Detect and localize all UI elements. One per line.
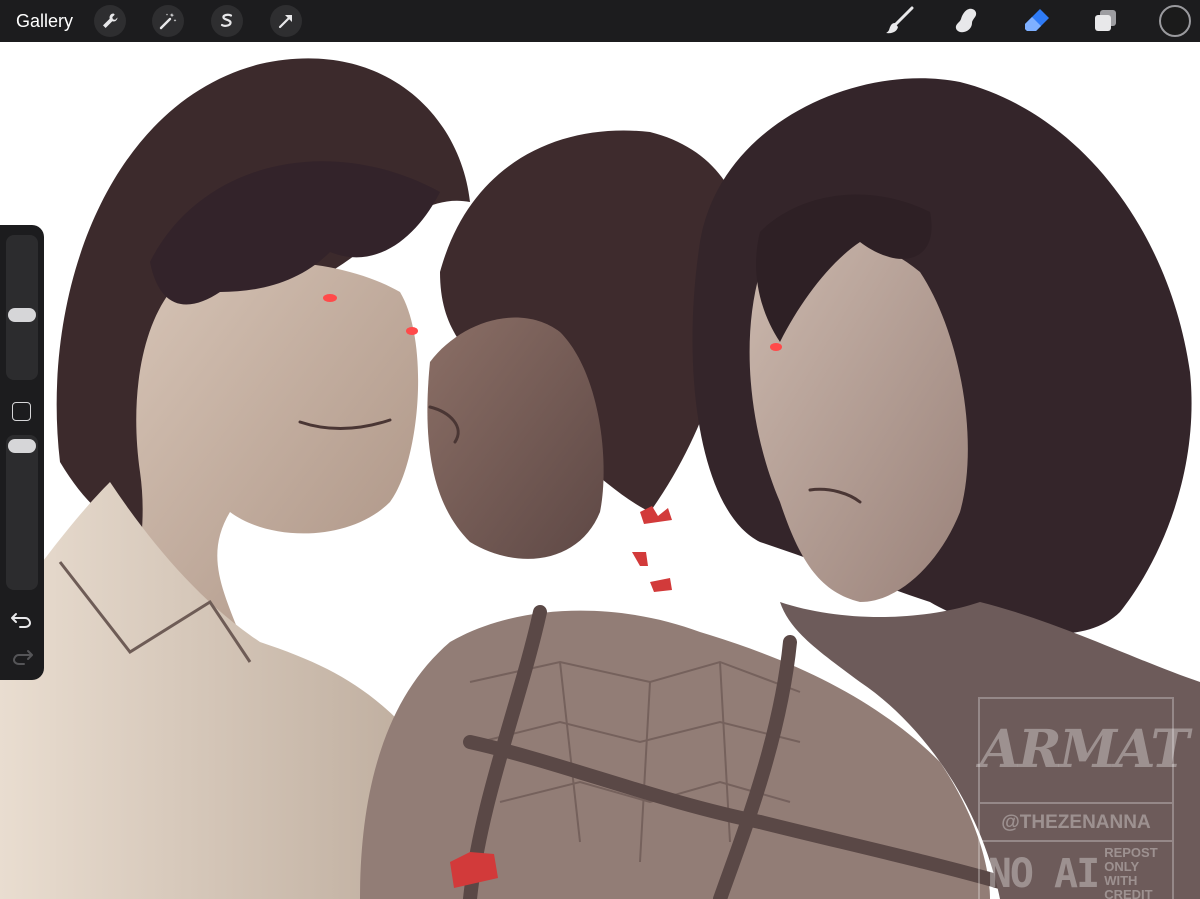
layers-button[interactable] bbox=[1091, 6, 1121, 36]
magic-wand-icon bbox=[159, 13, 177, 30]
gallery-button[interactable]: Gallery bbox=[16, 10, 73, 32]
transform-arrow-icon bbox=[278, 15, 292, 29]
watermark-notice: NO AI REPOST ONLY WITH CREDIT bbox=[980, 840, 1172, 899]
drawing-canvas[interactable]: ARMAT @THEZENANNA NO AI REPOST ONLY WITH… bbox=[0, 42, 1200, 899]
watermark-no-ai: NO AI bbox=[987, 851, 1100, 897]
top-toolbar: Gallery bbox=[0, 0, 1200, 42]
modify-button[interactable] bbox=[12, 402, 31, 421]
selection-icon bbox=[220, 13, 233, 27]
eraser-button[interactable] bbox=[1022, 6, 1052, 36]
transform-button[interactable] bbox=[270, 5, 302, 37]
selection-button[interactable] bbox=[211, 5, 243, 37]
actions-button[interactable] bbox=[94, 5, 126, 37]
adjustments-button[interactable] bbox=[152, 5, 184, 37]
redo-button[interactable] bbox=[10, 647, 34, 667]
smudge-icon bbox=[955, 8, 977, 33]
left-sidebar bbox=[0, 225, 44, 680]
opacity-thumb[interactable] bbox=[8, 439, 36, 453]
brush-icon bbox=[886, 6, 914, 34]
brush-button[interactable] bbox=[884, 6, 914, 36]
undo-icon bbox=[11, 613, 31, 628]
undo-button[interactable] bbox=[10, 610, 34, 630]
color-swatch[interactable] bbox=[1159, 5, 1191, 37]
redo-icon bbox=[13, 650, 33, 665]
smudge-button[interactable] bbox=[951, 6, 981, 36]
artist-watermark: ARMAT @THEZENANNA NO AI REPOST ONLY WITH… bbox=[978, 697, 1189, 899]
watermark-logo: ARMAT bbox=[980, 719, 1189, 780]
watermark-repost-note: REPOST ONLY WITH CREDIT bbox=[1104, 845, 1158, 899]
layers-icon bbox=[1095, 10, 1116, 31]
eraser-icon bbox=[1025, 9, 1049, 31]
watermark-handle: @THEZENANNA bbox=[980, 802, 1172, 834]
brush-size-thumb[interactable] bbox=[8, 307, 36, 322]
opacity-slider[interactable] bbox=[6, 435, 38, 590]
wrench-icon bbox=[103, 13, 118, 28]
brush-size-slider[interactable] bbox=[6, 235, 38, 380]
